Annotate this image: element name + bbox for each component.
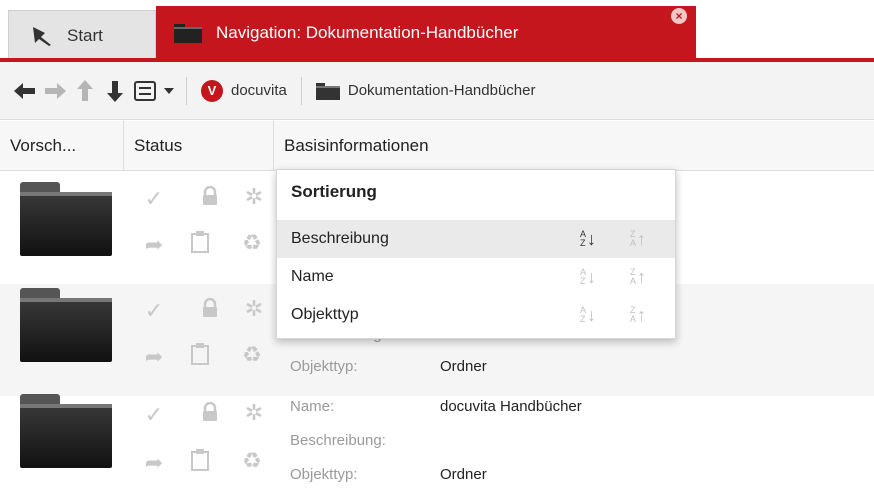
sort-option-objekttyp[interactable]: Objekttyp A Z ↓ Z A ↑ [277,296,675,334]
table-row[interactable]: ✓ ✲ ➦ ♻ Name: docuvita Handbücher Beschr… [0,388,874,488]
docuvita-logo-icon: V [201,79,223,102]
lock-icon[interactable] [196,401,224,428]
field-value: Ordner [440,466,487,483]
gear-icon[interactable]: ✲ [240,296,268,322]
field-label: Name: [290,398,335,415]
tab-start[interactable]: Start [8,10,156,60]
field-value: Ordner [440,358,487,375]
sort-ascending-icon[interactable]: A Z ↓ [573,300,603,330]
sort-option-name[interactable]: Name A Z ↓ Z A ↑ [277,258,675,296]
sort-option-label: Beschreibung [291,230,389,247]
close-tab-icon[interactable]: × [671,8,687,24]
field-label: Objekttyp: [290,466,358,483]
up-arrow-icon[interactable] [70,76,100,106]
share-arrow-icon[interactable]: ➦ [140,450,168,476]
column-status[interactable]: Status [124,121,274,171]
list-view-icon[interactable] [130,76,160,106]
checkmark-icon[interactable]: ✓ [140,186,168,212]
breadcrumb-label: Dokumentation-Handbücher [347,82,536,99]
caret-down-icon[interactable] [160,76,178,106]
pin-icon [33,26,51,46]
folder-thumbnail-icon [20,288,112,362]
clipboard-icon[interactable] [186,342,214,372]
toolbar-separator [186,76,187,105]
tab-navigation-label: Navigation: Dokumentation-Handbücher [216,23,519,42]
sort-option-beschreibung[interactable]: Beschreibung A Z ↓ Z A ↑ [277,220,675,258]
field-label: Beschreibung: [290,432,386,449]
lock-icon[interactable] [196,297,224,324]
lock-icon[interactable] [196,185,224,212]
tab-navigation[interactable]: Navigation: Dokumentation-Handbücher [156,6,696,60]
gear-icon[interactable]: ✲ [240,400,268,426]
sort-option-label: Name [291,268,334,285]
clipboard-icon[interactable] [186,230,214,260]
sort-descending-icon[interactable]: Z A ↑ [623,224,653,254]
sort-ascending-icon[interactable]: A Z ↓ [573,224,603,254]
tab-start-label: Start [67,25,103,45]
recycle-icon[interactable]: ♻ [238,342,266,368]
recycle-icon[interactable]: ♻ [238,230,266,256]
field-value: docuvita Handbücher [440,398,582,415]
checkmark-icon[interactable]: ✓ [140,298,168,324]
tab-bar: Start Navigation: Dokumentation-Handbüch… [0,0,874,62]
folder-thumbnail-icon [20,182,112,256]
column-header: Vorsch... Status Basisinformationen [0,121,874,171]
breadcrumb-label: docuvita [231,82,287,99]
folder-icon [174,24,202,43]
share-arrow-icon[interactable]: ➦ [140,232,168,258]
breadcrumb-docuvita[interactable]: V docuvita [195,79,293,102]
sort-menu-title: Sortierung [291,182,377,201]
gear-icon[interactable]: ✲ [240,184,268,210]
checkmark-icon[interactable]: ✓ [140,402,168,428]
sort-descending-icon[interactable]: Z A ↑ [623,262,653,292]
toolbar-separator [300,76,302,105]
column-preview[interactable]: Vorsch... [0,121,124,171]
column-basisinformationen[interactable]: Basisinformationen [274,121,874,171]
down-arrow-icon[interactable] [100,76,130,106]
folder-icon [315,82,340,100]
recycle-icon[interactable]: ♻ [238,448,266,474]
forward-arrow-icon[interactable] [40,76,70,106]
sort-descending-icon[interactable]: Z A ↑ [623,300,653,330]
sort-option-label: Objekttyp [291,306,359,323]
clipboard-icon[interactable] [186,448,214,478]
folder-thumbnail-icon [20,394,112,468]
share-arrow-icon[interactable]: ➦ [140,344,168,370]
breadcrumb-dokumentation[interactable]: Dokumentation-Handbücher [310,82,542,100]
back-arrow-icon[interactable] [10,76,40,106]
field-label: Objekttyp: [290,358,358,375]
sort-ascending-icon[interactable]: A Z ↓ [573,262,603,292]
sort-menu: Sortierung Beschreibung A Z ↓ Z A ↑ Name A Z ↓… [276,169,676,339]
toolbar: V docuvita Dokumentation-Handbücher [0,62,874,120]
